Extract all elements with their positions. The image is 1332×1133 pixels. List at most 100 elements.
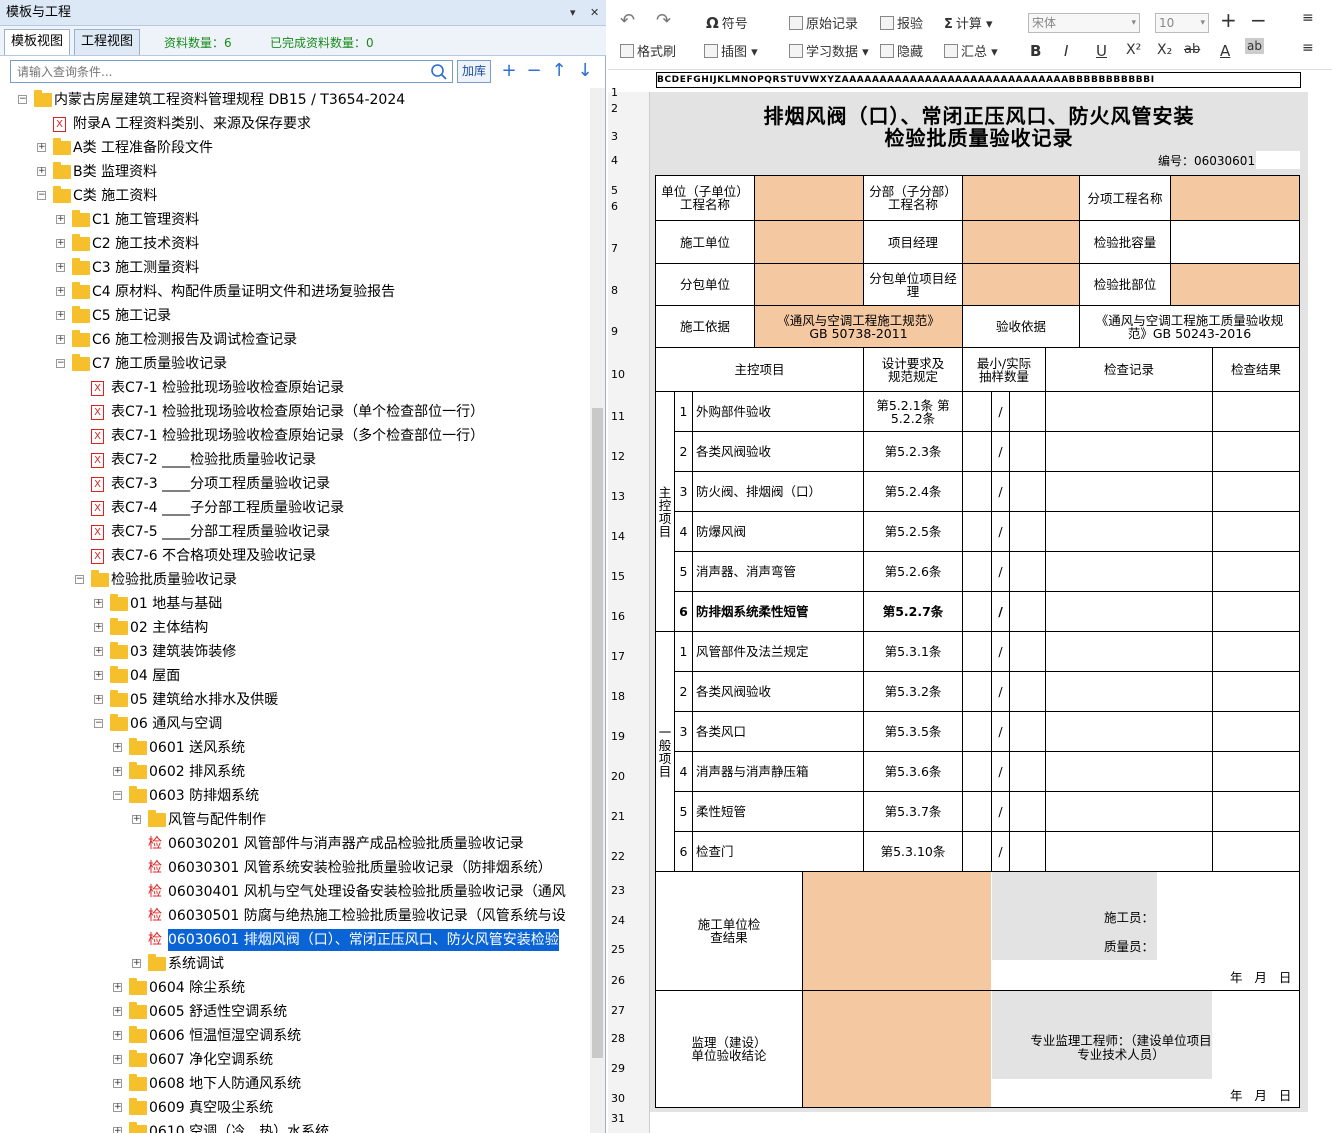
original-record-button[interactable]: 原始记录 (789, 13, 858, 32)
sample-min-input[interactable] (962, 591, 992, 632)
sample-min-input[interactable] (962, 751, 992, 792)
check-result-input[interactable] (1212, 551, 1300, 592)
tree-node-label[interactable]: 风管与配件制作 (168, 809, 266, 831)
tree-node[interactable]: − C类 施工资料 (0, 185, 590, 207)
check-result-input[interactable] (1212, 591, 1300, 632)
collapse-icon[interactable]: − (56, 359, 65, 368)
tree-node[interactable]: − 06 通风与空调 (0, 713, 590, 735)
tree-node[interactable]: +0608 地下人防通风系统 (0, 1073, 590, 1095)
tree-node-label[interactable]: 06030401 风机与空气处理设备安装检验批质量验收记录（通风 (168, 881, 566, 903)
sample-actual-input[interactable] (1009, 791, 1046, 832)
expand-icon[interactable]: + (113, 1079, 122, 1088)
tree-node[interactable]: + 系统调试 (0, 953, 590, 975)
font-size-select[interactable]: 10 ▾ (1155, 13, 1209, 33)
tree-node[interactable]: X 附录A 工程资料类别、来源及保存要求 (0, 113, 590, 135)
sample-actual-input[interactable] (1009, 631, 1046, 672)
expand-icon[interactable]: + (37, 167, 46, 176)
calc-button[interactable]: Σ 计算 ▾ (944, 13, 993, 32)
subcontractor-input[interactable] (754, 263, 864, 306)
tree-node-label[interactable]: 0608 地下人防通风系统 (149, 1073, 301, 1095)
search-input[interactable] (11, 61, 411, 82)
tree-node-label[interactable]: 0603 防排烟系统 (149, 785, 259, 807)
check-result-input[interactable] (1212, 791, 1300, 832)
check-result-input[interactable] (1212, 751, 1300, 792)
tree-node-label[interactable]: 内蒙古房屋建筑工程资料管理规程 DB15 / T3654-2024 (54, 89, 405, 111)
sample-actual-input[interactable] (1009, 431, 1046, 472)
strikethrough-button[interactable]: ab (1184, 42, 1200, 57)
italic-button[interactable]: I (1064, 42, 1068, 60)
study-data-button[interactable]: 学习数据 ▾ (789, 41, 869, 60)
expand-icon[interactable]: + (56, 239, 65, 248)
sample-min-input[interactable] (962, 711, 992, 752)
tree-node[interactable]: +03 建筑装饰装修 (0, 641, 590, 663)
expand-icon[interactable]: + (113, 983, 122, 992)
tree-node-label[interactable]: 01 地基与基础 (130, 593, 222, 615)
sub-pm-input[interactable] (962, 263, 1080, 306)
expand-icon[interactable]: + (113, 1103, 122, 1112)
underline-button[interactable]: U (1096, 42, 1107, 60)
tree-node-label[interactable]: 06030301 风管系统安装检验批质量验收记录（防排烟系统） (168, 857, 552, 879)
font-color-button[interactable]: A (1220, 42, 1230, 60)
item-project-input[interactable] (1170, 175, 1300, 221)
tree-node-label[interactable]: 表C7-1 检验批现场验收检查原始记录 (111, 377, 344, 399)
constructor-input[interactable] (754, 220, 864, 264)
tree-node[interactable]: +0604 除尘系统 (0, 977, 590, 999)
tree-node-label[interactable]: 表C7-5 ____分部工程质量验收记录 (111, 521, 330, 543)
tree-node-label[interactable]: A类 工程准备阶段文件 (73, 137, 213, 159)
collapse-icon[interactable]: − (18, 95, 27, 104)
tree-node-label[interactable]: 06030501 防腐与绝热施工检验批质量验收记录（风管系统与设 (168, 905, 566, 927)
expand-icon[interactable]: + (94, 647, 103, 656)
sample-actual-input[interactable] (1009, 551, 1046, 592)
supervisor-result-input[interactable] (802, 990, 992, 1108)
tree-node[interactable]: +0601 送风系统 (0, 737, 590, 759)
tree-node-label[interactable]: 0610 空调（冷、热）水系统 (149, 1121, 329, 1133)
check-result-input[interactable] (1212, 471, 1300, 512)
check-result-input[interactable] (1212, 631, 1300, 672)
tree-node[interactable]: + A类 工程准备阶段文件 (0, 137, 590, 159)
tree-node-label[interactable]: 检验批质量验收记录 (111, 569, 237, 591)
tree-node-label[interactable]: 04 屋面 (130, 665, 180, 687)
sample-actual-input[interactable] (1009, 591, 1046, 632)
project-manager-input[interactable] (962, 220, 1080, 264)
tree-node[interactable]: X 表C7-6 不合格项处理及验收记录 (0, 545, 590, 567)
location-input[interactable] (1170, 263, 1300, 306)
subdivision-input[interactable] (962, 175, 1080, 221)
insert-image-button[interactable]: 插图 ▾ (704, 41, 758, 60)
check-result-input[interactable] (1212, 431, 1300, 472)
tree-node[interactable]: +01 地基与基础 (0, 593, 590, 615)
tree-node[interactable]: + C2 施工技术资料 (0, 233, 590, 255)
tree-node-label[interactable]: C类 施工资料 (73, 185, 157, 207)
tree-node[interactable]: + B类 监理资料 (0, 161, 590, 183)
font-family-select[interactable]: 宋体 ▾ (1028, 13, 1140, 33)
align-left-icon[interactable]: ≡ (1302, 40, 1314, 56)
tree-node[interactable]: +0607 净化空调系统 (0, 1049, 590, 1071)
tree-node[interactable]: X 表C7-1 检验批现场验收检查原始记录（多个检查部位一行） (0, 425, 590, 447)
tab-project-view[interactable]: 工程视图 (74, 29, 141, 55)
tree-node[interactable]: 检 06030601 排烟风阀（口）、常闭正压风口、防火风管安装检验 (0, 929, 590, 951)
format-brush-button[interactable]: 格式刷 (620, 41, 676, 60)
tree-node[interactable]: − 内蒙古房屋建筑工程资料管理规程 DB15 / T3654-2024 (0, 89, 590, 111)
check-result-input[interactable] (1212, 391, 1300, 432)
sample-min-input[interactable] (962, 471, 992, 512)
minus-icon[interactable]: − (525, 61, 543, 81)
subscript-button[interactable]: X₂ (1157, 42, 1172, 58)
tree-node-label[interactable]: 02 主体结构 (130, 617, 208, 639)
sample-min-input[interactable] (962, 431, 992, 472)
sample-min-input[interactable] (962, 551, 992, 592)
expand-icon[interactable]: + (132, 959, 141, 968)
tree-node[interactable]: +0602 排风系统 (0, 761, 590, 783)
sample-min-input[interactable] (962, 391, 992, 432)
summary-button[interactable]: 汇总 ▾ (944, 41, 998, 60)
expand-icon[interactable]: + (132, 815, 141, 824)
tree-node[interactable]: +0610 空调（冷、热）水系统 (0, 1121, 590, 1133)
tree-node[interactable]: +05 建筑给水排水及供暖 (0, 689, 590, 711)
decrease-font-icon[interactable]: − (1250, 8, 1267, 32)
unit-input[interactable] (754, 175, 864, 221)
check-record-input[interactable] (1045, 511, 1213, 552)
plus-icon[interactable]: + (500, 61, 518, 81)
check-result-input[interactable] (1212, 711, 1300, 752)
tree-node[interactable]: + C1 施工管理资料 (0, 209, 590, 231)
close-icon[interactable]: ✕ (590, 0, 599, 26)
tree-node-label[interactable]: 0607 净化空调系统 (149, 1049, 273, 1071)
tree-node-label[interactable]: C7 施工质量验收记录 (92, 353, 227, 375)
